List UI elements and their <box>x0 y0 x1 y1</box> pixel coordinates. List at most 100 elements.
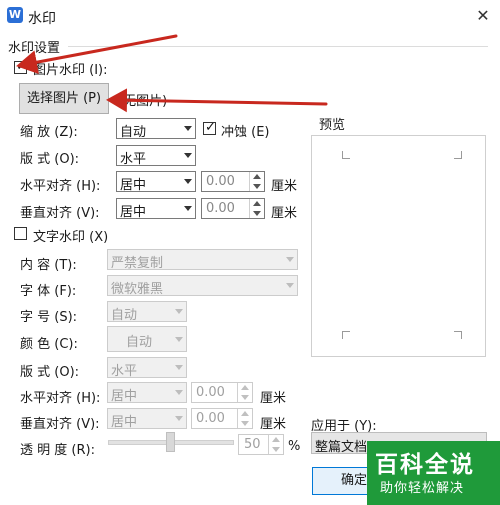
picture-layout-value: 水平 <box>120 152 147 167</box>
font-select[interactable]: 微软雅黑 <box>107 275 298 297</box>
spinner-buttons[interactable] <box>237 383 252 402</box>
text-watermark-checkbox[interactable] <box>14 227 27 240</box>
watermark-main-text: 百科全说 <box>375 452 475 478</box>
check-icon: ✓ <box>205 120 216 135</box>
arrow-down-icon <box>241 395 249 400</box>
picture-halign-unit: 厘米 <box>271 179 298 194</box>
arrow-down-icon <box>253 211 261 216</box>
site-watermark-overlay: 百科全说 助你轻松解决 <box>367 441 500 505</box>
window-title: 水印 <box>28 11 56 27</box>
chevron-down-icon <box>175 365 183 370</box>
arrow-up-icon <box>253 174 261 179</box>
no-image-label: (无图片) <box>118 94 168 109</box>
apply-to-value: 整篇文档 <box>315 440 368 455</box>
chevron-down-icon <box>175 309 183 314</box>
check-icon: ✓ <box>16 59 27 74</box>
margin-corner-mark <box>454 331 462 339</box>
content-value: 严禁复制 <box>111 256 164 271</box>
watermark-dialog: W 水印 ✕ 水印设置 ✓ 图片水印 (I): 选择图片 (P) (无图片) 缩… <box>0 0 500 505</box>
arrow-up-icon <box>272 437 280 442</box>
title-bar: W 水印 ✕ <box>0 0 500 32</box>
content-select[interactable]: 严禁复制 <box>107 249 298 271</box>
spinner-buttons[interactable] <box>249 199 264 218</box>
text-halign-value: 居中 <box>111 389 138 404</box>
scale-select[interactable]: 自动 <box>116 118 196 140</box>
picture-valign-label: 垂直对齐 (V): <box>20 206 100 221</box>
spinner-buttons[interactable] <box>268 435 283 454</box>
font-label: 字 体 (F): <box>20 284 77 299</box>
picture-valign-value: 居中 <box>120 205 147 220</box>
text-watermark-label: 文字水印 (X) <box>33 230 109 245</box>
chevron-down-icon <box>184 206 192 211</box>
picture-valign-num: 0.00 <box>206 201 235 216</box>
color-label: 颜 色 (C): <box>20 337 78 352</box>
arrow-up-icon <box>241 385 249 390</box>
chevron-down-icon <box>175 390 183 395</box>
text-halign-spinner[interactable]: 0.00 <box>191 382 253 403</box>
washout-label: 冲蚀 (E) <box>221 125 270 140</box>
chevron-down-icon <box>286 257 294 262</box>
transparency-spinner[interactable]: 50 <box>238 434 284 455</box>
scale-label: 缩 放 (Z): <box>20 125 78 140</box>
spinner-buttons[interactable] <box>249 172 264 191</box>
picture-layout-label: 版 式 (O): <box>20 152 80 167</box>
text-layout-select[interactable]: 水平 <box>107 357 187 379</box>
chevron-down-icon <box>175 337 183 342</box>
text-valign-spinner[interactable]: 0.00 <box>191 408 253 429</box>
picture-valign-unit: 厘米 <box>271 206 298 221</box>
size-label: 字 号 (S): <box>20 310 78 325</box>
size-value: 自动 <box>111 308 138 323</box>
chevron-down-icon <box>286 283 294 288</box>
margin-corner-mark <box>342 151 350 159</box>
arrow-down-icon <box>272 447 280 452</box>
chevron-down-icon <box>184 126 192 131</box>
picture-watermark-checkbox[interactable]: ✓ <box>14 59 27 74</box>
spinner-buttons[interactable] <box>237 409 252 428</box>
close-icon[interactable]: ✕ <box>470 3 496 29</box>
chevron-down-icon <box>175 416 183 421</box>
arrow-up-icon <box>241 411 249 416</box>
picture-valign-spinner[interactable]: 0.00 <box>201 198 265 219</box>
font-value: 微软雅黑 <box>111 282 164 297</box>
transparency-label: 透 明 度 (R): <box>20 443 95 458</box>
text-valign-label: 垂直对齐 (V): <box>20 417 100 432</box>
text-layout-value: 水平 <box>111 364 138 379</box>
picture-halign-label: 水平对齐 (H): <box>20 179 101 194</box>
text-valign-unit: 厘米 <box>260 417 287 432</box>
picture-halign-select[interactable]: 居中 <box>116 171 196 193</box>
scale-value: 自动 <box>120 125 147 140</box>
text-valign-select[interactable]: 居中 <box>107 408 187 430</box>
text-halign-label: 水平对齐 (H): <box>20 391 101 406</box>
transparency-slider-thumb[interactable] <box>166 432 175 452</box>
washout-checkbox[interactable]: ✓ <box>203 120 216 135</box>
preview-label: 预览 <box>319 118 346 133</box>
text-layout-label: 版 式 (O): <box>20 365 80 380</box>
text-halign-select[interactable]: 居中 <box>107 382 187 404</box>
picture-watermark-label: 图片水印 (I): <box>33 63 108 78</box>
picture-valign-select[interactable]: 居中 <box>116 198 196 220</box>
content-label: 内 容 (T): <box>20 258 77 273</box>
color-select[interactable]: 自动 <box>107 326 187 352</box>
picture-halign-spinner[interactable]: 0.00 <box>201 171 265 192</box>
arrow-up-icon <box>253 201 261 206</box>
size-select[interactable]: 自动 <box>107 301 187 323</box>
margin-corner-mark <box>342 331 350 339</box>
text-valign-num: 0.00 <box>196 411 225 426</box>
picture-halign-value: 居中 <box>120 178 147 193</box>
chevron-down-icon <box>184 153 192 158</box>
group-title: 水印设置 <box>8 41 61 56</box>
text-valign-value: 居中 <box>111 415 138 430</box>
arrow-down-icon <box>253 184 261 189</box>
text-halign-num: 0.00 <box>196 385 225 400</box>
group-divider <box>68 46 488 47</box>
wps-app-icon: W <box>7 7 23 23</box>
watermark-sub-text: 助你轻松解决 <box>380 481 465 496</box>
picture-layout-select[interactable]: 水平 <box>116 145 196 167</box>
arrow-down-icon <box>241 421 249 426</box>
margin-corner-mark <box>454 151 462 159</box>
text-halign-unit: 厘米 <box>260 391 287 406</box>
transparency-value: 50 <box>244 437 261 452</box>
chevron-down-icon <box>184 179 192 184</box>
color-value: 自动 <box>126 335 153 350</box>
select-picture-button[interactable]: 选择图片 (P) <box>19 83 109 114</box>
